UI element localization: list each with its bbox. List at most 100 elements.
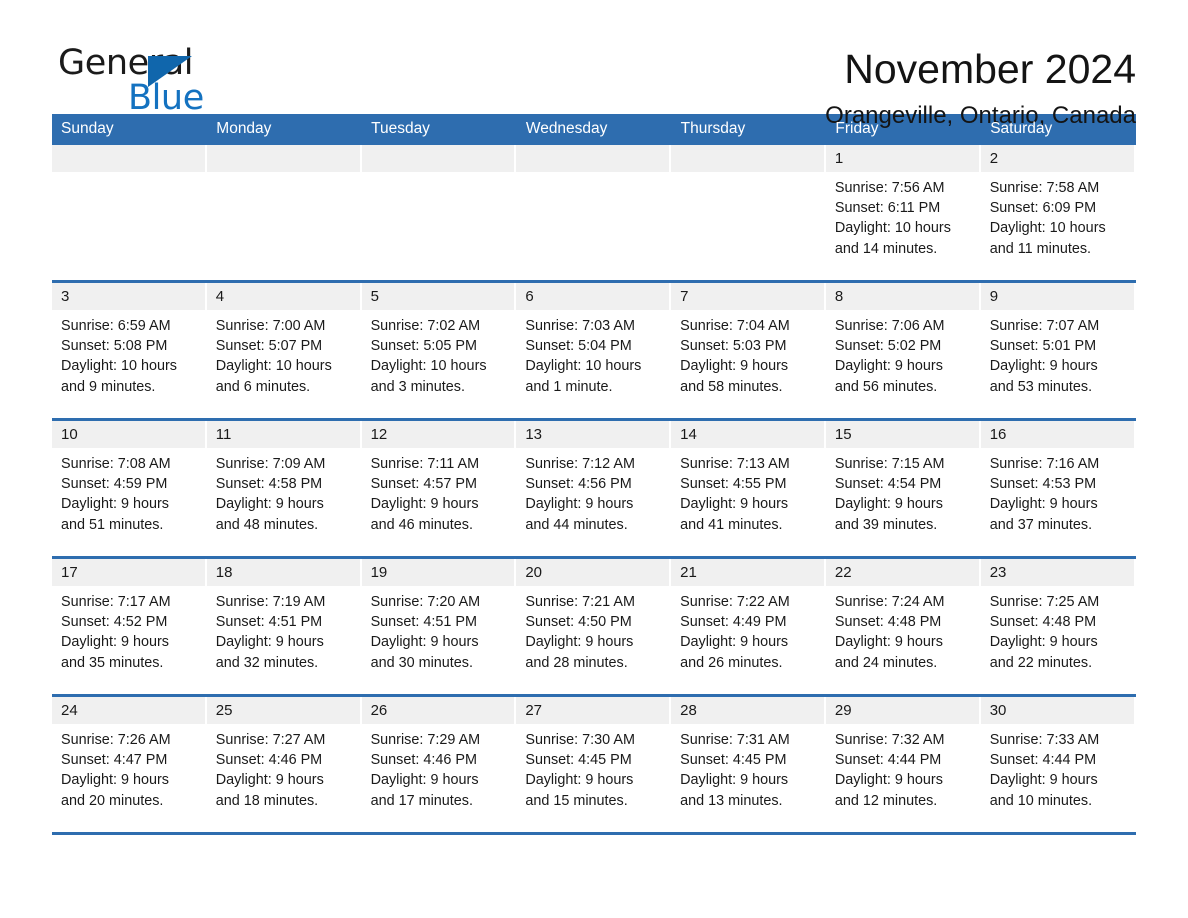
calendar-day-cell[interactable]: 24 Sunrise: 7:26 AM Sunset: 4:47 PM Dayligh… — [52, 694, 207, 832]
day-details: Sunrise: 7:02 AM Sunset: 5:05 PM Daylight:… — [362, 310, 517, 397]
calendar-day-cell[interactable]: 25 Sunrise: 7:27 AM Sunset: 4:46 PM Dayligh… — [206, 694, 362, 832]
calendar-day-cell[interactable]: 26 Sunrise: 7:29 AM Sunset: 4:46 PM Dayligh… — [361, 694, 517, 832]
calendar-day-cell[interactable]: 27 Sunrise: 7:30 AM Sunset: 4:45 PM Dayligh… — [516, 694, 672, 832]
calendar-day-cell[interactable]: 18 Sunrise: 7:19 AM Sunset: 4:51 PM Dayligh… — [206, 556, 362, 696]
day-details: Sunrise: 7:00 AM Sunset: 5:07 PM Daylight:… — [207, 310, 362, 397]
day-number: 6 — [516, 283, 670, 310]
day-cell-inner: 17 Sunrise: 7:17 AM Sunset: 4:52 PM Dayligh… — [52, 559, 207, 694]
day-cell-inner: 29 Sunrise: 7:32 AM Sunset: 4:44 PM Dayligh… — [825, 697, 981, 832]
day-cell-inner: 13 Sunrise: 7:12 AM Sunset: 4:56 PM Dayligh… — [516, 421, 671, 556]
daylight-text-line1: Daylight: 10 hours — [989, 220, 1106, 237]
day-cell-inner: 20 Sunrise: 7:21 AM Sunset: 4:50 PM Dayligh… — [516, 559, 671, 694]
daylight-text-line2: and 18 minutes. — [215, 792, 319, 809]
calendar-day-cell[interactable]: 23 Sunrise: 7:25 AM Sunset: 4:48 PM Dayligh… — [980, 556, 1136, 696]
calendar-day-cell[interactable]: 6 Sunrise: 7:03 AM Sunset: 5:04 PM Daylight… — [516, 280, 672, 420]
sunset-text: Sunset: 4:57 PM — [370, 476, 477, 493]
sunset-text: Sunset: 4:51 PM — [215, 614, 323, 631]
calendar-day-cell[interactable]: 29 Sunrise: 7:32 AM Sunset: 4:44 PM Dayligh… — [825, 694, 981, 832]
daylight-text-line2: and 30 minutes. — [370, 654, 473, 671]
day-cell-inner: 3 Sunrise: 6:59 AM Sunset: 5:08 PM Daylight… — [52, 283, 207, 418]
calendar-day-cell[interactable]: 17 Sunrise: 7:17 AM Sunset: 4:52 PM Dayligh… — [52, 556, 207, 696]
day-number: 29 — [825, 697, 979, 724]
calendar-day-cell[interactable]: 10 Sunrise: 7:08 AM Sunset: 4:59 PM Dayligh… — [52, 418, 207, 558]
daylight-text-line1: Daylight: 9 hours — [834, 496, 943, 513]
sunrise-text: Sunrise: 7:26 AM — [61, 732, 171, 748]
day-cell-inner: 21 Sunrise: 7:22 AM Sunset: 4:49 PM Dayligh… — [671, 559, 826, 694]
calendar-day-cell[interactable]: 28 Sunrise: 7:31 AM Sunset: 4:45 PM Dayligh… — [671, 694, 826, 832]
daylight-text-line2: and 26 minutes. — [680, 654, 783, 671]
day-number: 5 — [361, 283, 515, 310]
sunset-text: Sunset: 4:48 PM — [989, 614, 1097, 631]
calendar-day-cell[interactable]: 16 Sunrise: 7:16 AM Sunset: 4:53 PM Dayligh… — [980, 418, 1136, 558]
day-details: Sunrise: 7:21 AM Sunset: 4:50 PM Daylight:… — [516, 586, 671, 673]
daylight-text-line1: Daylight: 9 hours — [215, 772, 324, 789]
day-details: Sunrise: 7:06 AM Sunset: 5:02 PM Daylight:… — [826, 310, 981, 397]
calendar-day-cell[interactable]: 21 Sunrise: 7:22 AM Sunset: 4:49 PM Dayligh… — [671, 556, 826, 696]
sunset-text: Sunset: 4:58 PM — [215, 476, 323, 493]
sunset-text: Sunset: 5:08 PM — [61, 338, 168, 355]
day-cell-inner: 7 Sunrise: 7:04 AM Sunset: 5:03 PM Daylight… — [671, 283, 826, 418]
day-cell-inner: 4 Sunrise: 7:00 AM Sunset: 5:07 PM Daylight… — [206, 283, 362, 418]
calendar-day-cell[interactable]: 5 Sunrise: 7:02 AM Sunset: 5:05 PM Daylight… — [361, 280, 517, 420]
sunrise-text: Sunrise: 7:33 AM — [989, 732, 1100, 748]
calendar-bottom-rule — [52, 832, 1136, 835]
page-header: General Blue November 2024 Orangeville, … — [52, 0, 1136, 130]
sunset-text: Sunset: 4:50 PM — [525, 614, 632, 631]
day-details: Sunrise: 7:27 AM Sunset: 4:46 PM Daylight:… — [207, 724, 362, 811]
daylight-text-line1: Daylight: 9 hours — [525, 496, 634, 513]
calendar-day-cell[interactable]: 20 Sunrise: 7:21 AM Sunset: 4:50 PM Dayligh… — [516, 556, 672, 696]
title-block: November 2024 Orangeville, Ontario, Cana… — [825, 44, 1136, 131]
calendar-day-cell-empty — [516, 145, 672, 282]
sunrise-text: Sunrise: 7:07 AM — [989, 318, 1100, 334]
calendar-day-cell[interactable]: 4 Sunrise: 7:00 AM Sunset: 5:07 PM Daylight… — [206, 280, 362, 420]
day-number: 18 — [206, 559, 360, 586]
calendar-day-cell[interactable]: 3 Sunrise: 6:59 AM Sunset: 5:08 PM Daylight… — [52, 280, 207, 420]
day-number: 21 — [671, 559, 824, 586]
daylight-text-line1: Daylight: 9 hours — [680, 634, 789, 651]
sunrise-text: Sunrise: 7:13 AM — [680, 456, 790, 472]
day-cell-inner — [206, 145, 362, 280]
generalblue-logo[interactable]: General Blue — [52, 44, 242, 124]
calendar-day-cell[interactable]: 11 Sunrise: 7:09 AM Sunset: 4:58 PM Dayligh… — [206, 418, 362, 558]
day-details: Sunrise: 7:16 AM Sunset: 4:53 PM Daylight:… — [981, 448, 1136, 535]
daylight-text-line1: Daylight: 10 hours — [215, 358, 332, 375]
daylight-text-line1: Daylight: 9 hours — [370, 634, 479, 651]
calendar-day-cell[interactable]: 2 Sunrise: 7:58 AM Sunset: 6:09 PM Daylight… — [980, 145, 1136, 282]
sunrise-text: Sunrise: 7:56 AM — [834, 180, 945, 196]
day-number: 24 — [52, 697, 205, 724]
calendar-day-cell[interactable]: 1 Sunrise: 7:56 AM Sunset: 6:11 PM Daylight… — [825, 145, 981, 282]
day-details: Sunrise: 7:26 AM Sunset: 4:47 PM Daylight:… — [52, 724, 207, 811]
sunset-text: Sunset: 4:44 PM — [834, 752, 942, 769]
calendar-day-cell[interactable]: 14 Sunrise: 7:13 AM Sunset: 4:55 PM Dayligh… — [671, 418, 826, 558]
sunrise-text: Sunrise: 7:03 AM — [525, 318, 635, 334]
day-details: Sunrise: 7:04 AM Sunset: 5:03 PM Daylight:… — [671, 310, 826, 397]
calendar-day-cell[interactable]: 9 Sunrise: 7:07 AM Sunset: 5:01 PM Daylight… — [980, 280, 1136, 420]
day-details: Sunrise: 7:19 AM Sunset: 4:51 PM Daylight:… — [207, 586, 362, 673]
calendar-day-cell[interactable]: 8 Sunrise: 7:06 AM Sunset: 5:02 PM Daylight… — [825, 280, 981, 420]
day-number: 26 — [361, 697, 515, 724]
day-details: Sunrise: 7:15 AM Sunset: 4:54 PM Daylight:… — [826, 448, 981, 535]
day-cell-inner: 22 Sunrise: 7:24 AM Sunset: 4:48 PM Dayligh… — [825, 559, 981, 694]
calendar-day-cell[interactable]: 15 Sunrise: 7:15 AM Sunset: 4:54 PM Dayligh… — [825, 418, 981, 558]
calendar-week-row: 10 Sunrise: 7:08 AM Sunset: 4:59 PM Dayligh… — [52, 418, 1136, 558]
daylight-text-line1: Daylight: 9 hours — [680, 496, 789, 513]
day-cell-inner: 24 Sunrise: 7:26 AM Sunset: 4:47 PM Dayligh… — [52, 697, 207, 832]
sunset-text: Sunset: 5:07 PM — [215, 338, 323, 355]
calendar-day-cell[interactable]: 19 Sunrise: 7:20 AM Sunset: 4:51 PM Dayligh… — [361, 556, 517, 696]
calendar-day-cell[interactable]: 22 Sunrise: 7:24 AM Sunset: 4:48 PM Dayligh… — [825, 556, 981, 696]
calendar-day-cell[interactable]: 7 Sunrise: 7:04 AM Sunset: 5:03 PM Daylight… — [671, 280, 826, 420]
day-cell-inner: 14 Sunrise: 7:13 AM Sunset: 4:55 PM Dayligh… — [671, 421, 826, 556]
day-number: 13 — [516, 421, 670, 448]
day-cell-inner: 5 Sunrise: 7:02 AM Sunset: 5:05 PM Daylight… — [361, 283, 517, 418]
calendar-day-cell[interactable]: 30 Sunrise: 7:33 AM Sunset: 4:44 PM Dayligh… — [980, 694, 1136, 832]
day-number — [516, 145, 670, 172]
day-number: 19 — [361, 559, 515, 586]
calendar-day-cell[interactable]: 12 Sunrise: 7:11 AM Sunset: 4:57 PM Dayligh… — [361, 418, 517, 558]
sunset-text: Sunset: 4:56 PM — [525, 476, 632, 493]
daylight-text-line2: and 24 minutes. — [834, 654, 938, 671]
sunrise-text: Sunrise: 7:17 AM — [61, 594, 171, 610]
calendar-day-cell[interactable]: 13 Sunrise: 7:12 AM Sunset: 4:56 PM Dayligh… — [516, 418, 672, 558]
day-cell-inner: 10 Sunrise: 7:08 AM Sunset: 4:59 PM Dayligh… — [52, 421, 207, 556]
daylight-text-line1: Daylight: 9 hours — [370, 772, 479, 789]
sunrise-text: Sunrise: 7:06 AM — [834, 318, 945, 334]
